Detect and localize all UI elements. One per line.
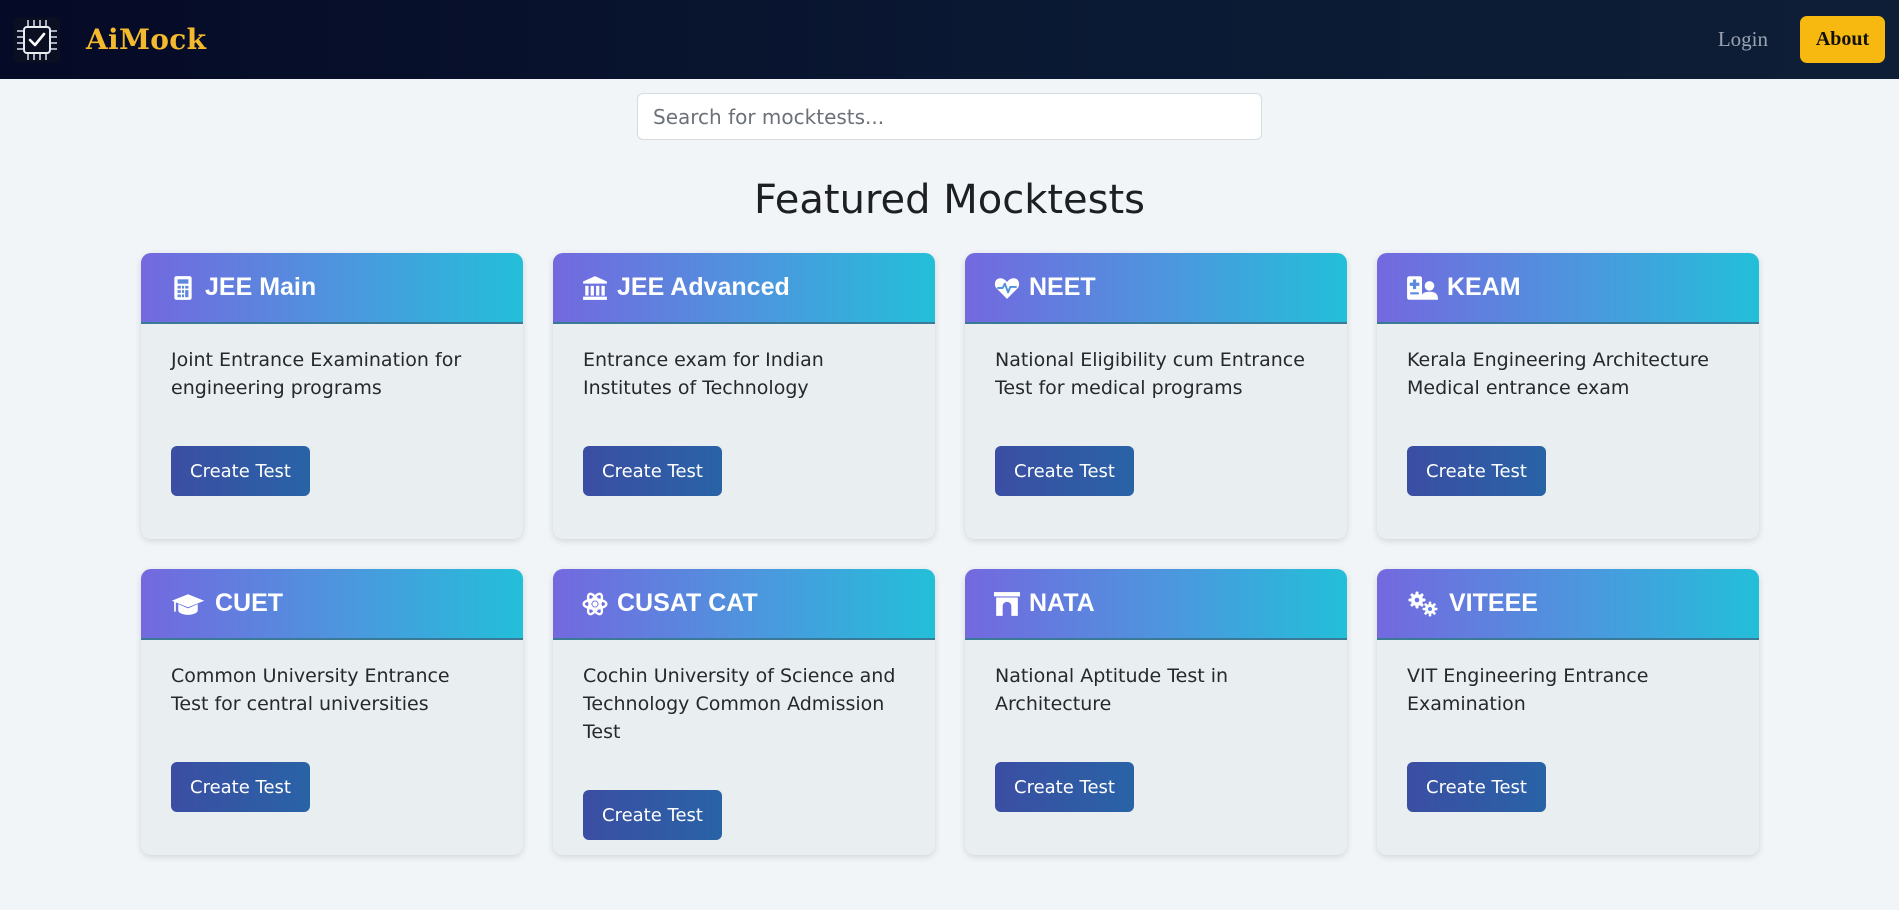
create-test-button[interactable]: Create Test [995, 446, 1134, 496]
card-header: CUET [141, 569, 523, 640]
mocktest-grid: JEE Main Joint Entrance Examination for … [141, 253, 1899, 855]
mocktest-card: CUSAT CAT Cochin University of Science a… [553, 569, 935, 855]
mocktest-card: NATA National Aptitude Test in Architect… [965, 569, 1347, 855]
mocktest-card: VITEEE VIT Engineering Entrance Examinat… [1377, 569, 1759, 855]
mocktest-card: CUET Common University Entrance Test for… [141, 569, 523, 855]
card-header: NEET [965, 253, 1347, 324]
card-description: Cochin University of Science and Technol… [583, 665, 896, 743]
create-test-button[interactable]: Create Test [995, 762, 1134, 812]
card-title: KEAM [1447, 273, 1521, 301]
card-body: Entrance exam for Indian Institutes of T… [553, 324, 935, 496]
card-description: National Eligibility cum Entrance Test f… [995, 349, 1305, 399]
mocktest-card: KEAM Kerala Engineering Architecture Med… [1377, 253, 1759, 539]
card-body: National Aptitude Test in Architecture C… [965, 640, 1347, 812]
archway-icon [994, 591, 1020, 617]
page-title: Featured Mocktests [753, 177, 1146, 223]
create-test-button[interactable]: Create Test [583, 446, 722, 496]
card-description: Entrance exam for Indian Institutes of T… [583, 349, 824, 399]
institution-icon [582, 275, 608, 301]
card-header: JEE Main [141, 253, 523, 324]
card-body: VIT Engineering Entrance Examination Cre… [1377, 640, 1759, 812]
top-navbar: AiMock Login About [0, 0, 1899, 79]
create-test-button[interactable]: Create Test [583, 790, 722, 840]
card-title: CUET [215, 589, 284, 617]
card-header: VITEEE [1377, 569, 1759, 640]
card-body: Cochin University of Science and Technol… [553, 640, 935, 840]
card-header: JEE Advanced [553, 253, 935, 324]
create-test-button[interactable]: Create Test [171, 762, 310, 812]
mocktest-card: NEET National Eligibility cum Entrance T… [965, 253, 1347, 539]
card-header: CUSAT CAT [553, 569, 935, 640]
create-test-button[interactable]: Create Test [1407, 446, 1546, 496]
search-input[interactable] [637, 93, 1262, 140]
create-test-button[interactable]: Create Test [1407, 762, 1546, 812]
graduation-cap-icon [170, 591, 206, 617]
card-title: NATA [1029, 589, 1095, 617]
card-title: JEE Advanced [617, 273, 790, 301]
brand[interactable]: AiMock [14, 16, 206, 63]
card-header: NATA [965, 569, 1347, 640]
card-body: Joint Entrance Examination for engineeri… [141, 324, 523, 496]
user-doctor-icon [1406, 275, 1438, 301]
card-body: Kerala Engineering Architecture Medical … [1377, 324, 1759, 496]
search-bar [0, 93, 1899, 140]
card-body: Common University Entrance Test for cent… [141, 640, 523, 812]
mocktest-card: JEE Advanced Entrance exam for Indian In… [553, 253, 935, 539]
card-description: Joint Entrance Examination for engineeri… [171, 349, 462, 399]
card-body: National Eligibility cum Entrance Test f… [965, 324, 1347, 496]
nav-actions: Login About [1718, 16, 1885, 63]
brand-name[interactable]: AiMock [86, 23, 206, 56]
about-button[interactable]: About [1800, 16, 1885, 63]
card-title: VITEEE [1449, 589, 1538, 617]
login-link[interactable]: Login [1718, 27, 1768, 52]
card-title: CUSAT CAT [617, 589, 758, 617]
atom-icon [582, 591, 608, 617]
card-description: Common University Entrance Test for cent… [171, 665, 450, 715]
create-test-button[interactable]: Create Test [171, 446, 310, 496]
card-description: VIT Engineering Entrance Examination [1407, 665, 1649, 715]
card-title: NEET [1029, 273, 1096, 301]
mocktest-card: JEE Main Joint Entrance Examination for … [141, 253, 523, 539]
chip-check-icon [14, 16, 60, 63]
card-title: JEE Main [205, 273, 317, 301]
card-header: KEAM [1377, 253, 1759, 324]
calculator-icon [170, 275, 196, 301]
card-description: National Aptitude Test in Architecture [995, 665, 1229, 715]
card-description: Kerala Engineering Architecture Medical … [1407, 349, 1709, 399]
heartbeat-icon [994, 275, 1020, 301]
gears-icon [1406, 591, 1440, 617]
